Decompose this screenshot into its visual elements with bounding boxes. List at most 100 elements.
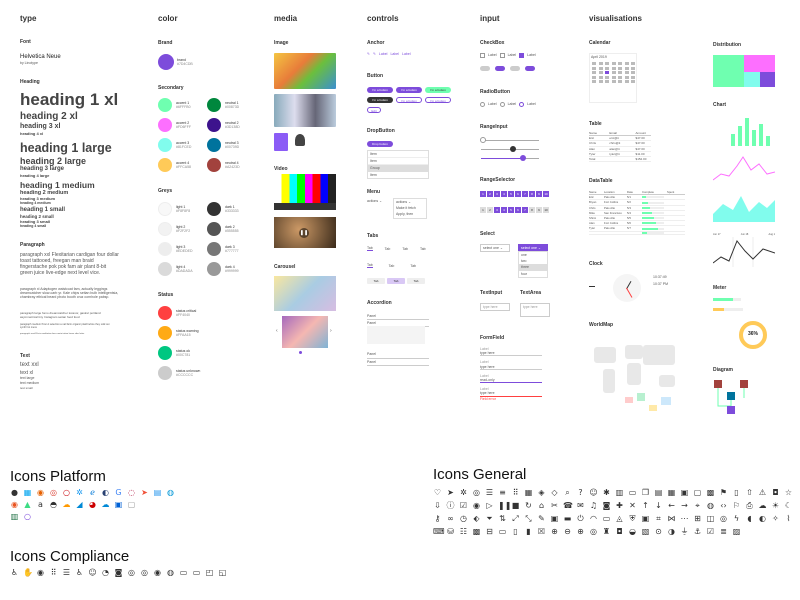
toggle[interactable] [495,66,505,71]
calendar-day[interactable] [631,71,635,75]
range-cell[interactable]: 6 [515,207,521,213]
range-cell[interactable]: 8 [529,191,535,197]
calendar-day[interactable] [605,66,609,70]
calendar-day[interactable] [631,80,635,84]
play-icon[interactable]: ❚❚ [299,228,309,238]
range-thumb-2[interactable] [510,146,516,152]
accordion-panel[interactable]: Panel [367,359,429,366]
drop-item[interactable]: Item [368,172,428,178]
calendar-day[interactable] [611,71,616,75]
range-cell[interactable]: 3 [494,191,500,197]
button-outline-2[interactable]: I'm a button [425,97,451,103]
carousel-next-icon[interactable]: › [330,328,332,334]
calendar-day[interactable] [631,75,635,79]
calendar-day[interactable] [592,80,596,84]
form-input[interactable]: type here [480,365,542,370]
checkbox[interactable] [499,53,505,58]
range-cell[interactable]: 5 [508,207,514,213]
range-cell[interactable]: 7 [522,191,528,197]
range-cell[interactable]: 9 [536,191,542,197]
range-cell[interactable]: 3 [494,207,500,213]
range-cell[interactable]: 10 [543,207,549,213]
drop-item[interactable]: Item [368,158,428,166]
range-cell[interactable]: 5 [508,191,514,197]
range-cell[interactable]: 4 [501,191,507,197]
calendar-day[interactable] [605,75,609,79]
tab[interactable]: Tab [367,263,373,269]
calendar-day[interactable] [631,62,635,66]
select-option[interactable]: four [519,271,547,277]
tab[interactable]: Tab [420,247,426,251]
calendar-day[interactable] [605,62,609,66]
calendar-day[interactable] [618,75,622,79]
range-cell[interactable]: 2 [487,191,493,197]
accordion-panel[interactable]: Panel [367,313,429,321]
radio[interactable] [480,102,485,107]
calendar-day[interactable] [618,66,622,70]
accordion-panel[interactable]: Panel [367,351,429,359]
calendar-day[interactable] [611,80,616,84]
range-cell[interactable]: 2 [487,207,493,213]
drop-item[interactable]: Item [368,151,428,159]
range-cell[interactable]: 9 [536,207,542,213]
calendar-day[interactable] [598,71,603,75]
button-secondary[interactable]: I'm a button [396,87,422,93]
calendar-day[interactable] [618,71,622,75]
radio-selected[interactable] [519,102,525,107]
range-cell[interactable]: 6 [515,191,521,197]
anchor-link-2[interactable]: Label [390,52,399,56]
toggle[interactable] [525,66,535,71]
calendar-day[interactable] [592,62,596,66]
anchor-icon-1[interactable]: ✎ [367,52,370,56]
calendar-day[interactable] [592,75,596,79]
world-map[interactable] [589,335,685,425]
calendar[interactable]: April 2019 [589,53,637,103]
checkbox[interactable] [480,53,485,58]
calendar-day[interactable] [611,66,616,70]
range-cell[interactable]: 10 [543,191,549,197]
calendar-day[interactable] [624,71,629,75]
calendar-day[interactable] [598,62,603,66]
range-cell[interactable]: 1 [480,207,486,213]
calendar-day[interactable] [592,71,596,75]
button-dark[interactable]: I'm a button [367,97,393,103]
calendar-day[interactable] [624,66,629,70]
tab[interactable]: Tab [410,264,416,268]
tab-box[interactable]: Tab [367,278,385,284]
form-input[interactable]: type here [480,351,542,357]
range-cell[interactable]: 7 [522,207,528,213]
select-closed[interactable]: select one ⌄ [480,244,510,253]
tab[interactable]: Tab [367,246,373,252]
button-edit[interactable]: Edit [367,107,381,113]
drop-button[interactable]: Drop button [367,141,393,147]
toggle[interactable] [480,66,490,71]
calendar-day[interactable] [605,71,609,75]
calendar-day[interactable] [611,75,616,79]
carousel-prev-icon[interactable]: ‹ [276,328,278,334]
anchor-icon-2[interactable]: ✎ [373,52,376,56]
tab[interactable]: Tab [385,247,391,251]
range-cell[interactable]: 1 [480,191,486,197]
range-thumb-1[interactable] [480,137,486,143]
radio[interactable] [499,102,505,107]
text-input[interactable]: type here [480,303,510,312]
calendar-day[interactable] [598,75,603,79]
tab[interactable]: Tab [402,247,408,251]
tab-box[interactable]: Tab [407,278,425,284]
calendar-day[interactable] [611,62,616,66]
range-track-1[interactable] [481,140,539,141]
calendar-day[interactable] [618,80,622,84]
tab-box[interactable]: Tab [387,278,405,284]
calendar-day[interactable] [605,80,609,84]
range-thumb-3[interactable] [520,155,526,161]
anchor-link-1[interactable]: Label [379,52,388,56]
calendar-day[interactable] [598,66,603,70]
button-accent[interactable]: I'm a button [425,87,451,93]
toggle[interactable] [510,66,520,71]
menu-item[interactable]: Apply, then [394,211,426,217]
text-area[interactable]: type here [520,303,550,317]
calendar-day[interactable] [624,80,629,84]
range-selector-2[interactable]: 1 2 3 4 5 6 7 8 9 10 [480,207,549,213]
video-controls[interactable] [274,203,336,210]
calendar-day[interactable] [618,62,622,66]
